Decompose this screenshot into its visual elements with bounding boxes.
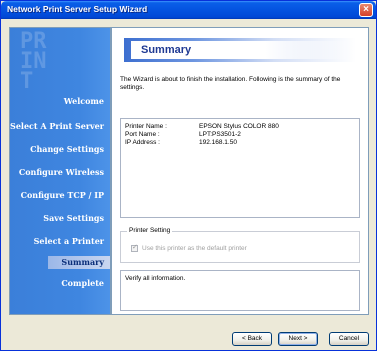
title-bar[interactable]: Network Print Server Setup Wizard × [1, 1, 376, 19]
cancel-button[interactable]: Cancel [329, 332, 369, 346]
printer-setting-group: Printer Setting ✓ Use this printer as th… [120, 227, 360, 263]
step-select-printer: Select a Printer [33, 236, 104, 246]
step-complete: Complete [61, 278, 104, 288]
ip-address-value: 192.168.1.50 [199, 139, 237, 146]
printer-setting-title: Printer Setting [127, 227, 173, 234]
ip-address-label: IP Address : [125, 139, 160, 146]
setup-wizard-window: Network Print Server Setup Wizard × PRIN… [0, 0, 377, 351]
status-box: Verify all information. [120, 270, 360, 311]
heading-inner: Summary [131, 41, 356, 59]
sidebar-watermark: PRINT [20, 29, 47, 94]
printer-name-label: Printer Name : [125, 123, 167, 130]
page-title: Summary [141, 44, 192, 56]
next-button[interactable]: Next > [278, 332, 318, 346]
close-button[interactable]: × [359, 3, 373, 17]
summary-box: Printer Name : EPSON Stylus COLOR 880 Po… [120, 118, 360, 218]
port-name-value: LPT:PS3501-2 [199, 131, 241, 138]
step-summary: Summary [48, 256, 110, 269]
step-select-print-server: Select A Print Server [10, 121, 104, 131]
heading-band: Summary [124, 38, 356, 62]
step-change-settings: Change Settings [30, 144, 104, 154]
wizard-step-sidebar: PRINT Welcome Select A Print Server Chan… [9, 27, 111, 315]
printer-name-value: EPSON Stylus COLOR 880 [199, 123, 279, 130]
checkmark-icon: ✓ [132, 244, 138, 251]
close-icon: × [363, 4, 369, 15]
content-panel: Summary The Wizard is about to finish th… [111, 27, 369, 315]
status-text: Verify all information. [125, 275, 186, 282]
step-save-settings: Save Settings [43, 213, 104, 223]
default-printer-checkbox[interactable]: ✓ [131, 244, 138, 252]
step-configure-tcp-ip: Configure TCP / IP [20, 190, 104, 200]
back-button[interactable]: < Back [232, 332, 272, 346]
port-name-label: Port Name : [125, 131, 160, 138]
step-configure-wireless: Configure Wireless [18, 167, 104, 177]
intro-text: The Wizard is about to finish the instal… [120, 76, 341, 91]
window-title: Network Print Server Setup Wizard [7, 4, 148, 14]
step-welcome: Welcome [63, 96, 104, 106]
default-printer-label: Use this printer as the default printer [142, 245, 247, 252]
